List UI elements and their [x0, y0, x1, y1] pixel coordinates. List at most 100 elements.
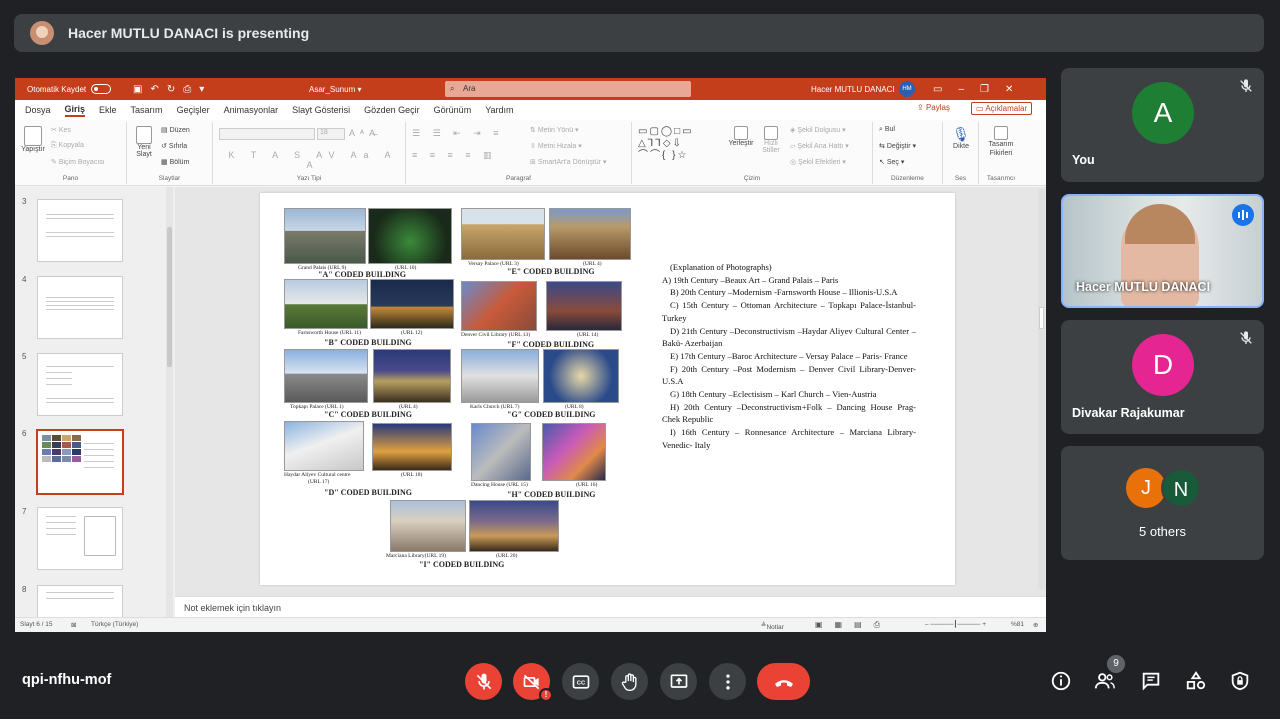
- notes-toggle[interactable]: ≜ Notlar: [761, 621, 784, 631]
- end-call-button[interactable]: [757, 663, 810, 700]
- menu-tasarim[interactable]: Tasarım: [131, 105, 163, 115]
- user-initials-avatar[interactable]: HM: [899, 81, 915, 97]
- thumbnail-slide-5[interactable]: [37, 353, 123, 416]
- menu-gecisler[interactable]: Geçişler: [177, 105, 210, 115]
- arrange-button[interactable]: Yerleştir: [728, 126, 754, 147]
- mic-toggle-button[interactable]: [465, 663, 502, 700]
- text-direction-button[interactable]: ⇅ Metin Yönü ▾: [530, 126, 579, 134]
- paste-icon: [24, 126, 42, 146]
- font-format-icons[interactable]: K T A S AV Aa A A: [221, 150, 405, 170]
- explanation-d: D) 21th Century –Deconstructivism –Hayda…: [662, 325, 916, 349]
- layout-button[interactable]: ▤ Düzen: [161, 126, 190, 134]
- window-controls[interactable]: ▭–❐✕: [933, 78, 1029, 100]
- format-painter-button[interactable]: ✎ Biçim Boyacısı: [51, 158, 105, 166]
- autosave-toggle[interactable]: [91, 84, 112, 94]
- ribbon: Yapıştır ✂ Kes ⎘ Kopyala ✎ Biçim Boyacıs…: [15, 120, 1046, 186]
- ppt-menubar: Dosya Giriş Ekle Tasarım Geçişler Animas…: [15, 100, 1046, 120]
- captions-button[interactable]: CC: [562, 663, 599, 700]
- explanation-a: A) 19th Century –Beaux Art – Grand Palai…: [662, 274, 839, 285]
- paste-button[interactable]: Yapıştır: [21, 126, 45, 153]
- editor-scrollbar[interactable]: [1038, 189, 1045, 589]
- camera-toggle-button[interactable]: !: [513, 663, 553, 702]
- menu-dosya[interactable]: Dosya: [25, 105, 51, 115]
- menu-animasyonlar[interactable]: Animasyonlar: [224, 105, 279, 115]
- participant-tile-presenter[interactable]: Hacer MUTLU DANACI: [1061, 194, 1264, 308]
- people-icon[interactable]: [1094, 670, 1116, 692]
- align-icons[interactable]: ≡ ≡ ≡ ≡ ▥: [412, 150, 497, 161]
- caption: (URL 20): [496, 553, 518, 559]
- mic-off-icon: [1240, 79, 1252, 92]
- menu-ekle[interactable]: Ekle: [99, 105, 117, 115]
- shapes-gallery[interactable]: ▭▢◯□▭ △⅂⅂◇⇩ ⌒⌒{ }☆: [638, 126, 694, 162]
- find-button[interactable]: ⌕ Bul: [879, 126, 895, 134]
- explanation-g: G) 18th Century –Eclectisism – Karl Chur…: [670, 389, 877, 400]
- reset-button[interactable]: ↺ Sıfırla: [161, 142, 187, 150]
- quick-styles-button[interactable]: Hızlı Stiller: [758, 126, 784, 154]
- current-slide[interactable]: Grand Palais (URL 9) (URL 10) Versay Pal…: [260, 193, 955, 585]
- smartart-button[interactable]: ⊞ SmartArt'a Dönüştür ▾: [530, 158, 606, 166]
- thumbnail-slide-8[interactable]: [37, 585, 123, 617]
- more-options-button[interactable]: [709, 663, 746, 700]
- participant-tile-you[interactable]: A You: [1061, 68, 1264, 182]
- select-button[interactable]: ↖ Seç ▾: [879, 158, 904, 166]
- thumbnail-number: 4: [22, 275, 27, 284]
- ppt-search-input[interactable]: ⌕ Ara: [445, 81, 691, 97]
- dictate-button[interactable]: 🎙 Dikte: [949, 126, 973, 150]
- share-button[interactable]: ⇪ Paylaş: [917, 103, 950, 112]
- thumbnail-slide-6-selected[interactable]: [36, 429, 124, 495]
- participant-name: 5 others: [1139, 524, 1186, 539]
- menu-giris[interactable]: Giriş: [64, 104, 86, 117]
- shape-effects-button[interactable]: ◎ Şekil Efektleri ▾: [790, 158, 846, 166]
- photo-versay-palace: [461, 208, 545, 260]
- menu-gorunum[interactable]: Görünüm: [434, 105, 472, 115]
- participant-tile-others[interactable]: J N 5 others: [1061, 446, 1264, 560]
- chat-icon[interactable]: [1140, 670, 1162, 692]
- raise-hand-button[interactable]: [611, 663, 648, 700]
- present-screen-button[interactable]: [660, 663, 697, 700]
- autosave[interactable]: Otomatik Kaydet: [27, 78, 112, 100]
- font-grow-shrink-icons[interactable]: AᴬA̶: [349, 128, 380, 138]
- font-family-select[interactable]: [219, 128, 315, 140]
- explanation-h: H) 20th Century –Deconstructivism+Folk –…: [662, 401, 916, 425]
- menu-slayt-gosterisi[interactable]: Slayt Gösterisi: [292, 105, 350, 115]
- cut-button[interactable]: ✂ Kes: [51, 126, 71, 134]
- file-name[interactable]: Asar_Sunum ▾: [309, 78, 362, 100]
- language-status[interactable]: Türkçe (Türkiye): [91, 621, 138, 628]
- host-controls-shield-icon[interactable]: [1229, 670, 1251, 692]
- menu-gozden-gecir[interactable]: Gözden Geçir: [364, 105, 420, 115]
- thumbnail-slide-4[interactable]: [37, 276, 123, 339]
- copy-button[interactable]: ⎘ Kopyala: [51, 142, 84, 150]
- quick-access-icons[interactable]: ▣↶↻⎙▾: [133, 78, 212, 100]
- group-slides: Yeni Slayt ▤ Düzen ↺ Sıfırla ▦ Bölüm Sla…: [127, 122, 213, 184]
- fit-slide-icon[interactable]: ⊕: [1033, 621, 1038, 629]
- presenter-avatar: [30, 21, 54, 45]
- caption: Farnsworth House (URL 11): [298, 330, 361, 336]
- arrange-icon: [734, 126, 748, 140]
- more-vert-icon: [725, 674, 730, 689]
- zoom-level[interactable]: %81: [1011, 621, 1024, 628]
- notes-pane[interactable]: Not eklemek için tıklayın: [175, 596, 1046, 617]
- align-text-button[interactable]: ⇳ Metni Hizala ▾: [530, 142, 582, 150]
- new-slide-button[interactable]: Yeni Slayt: [133, 126, 155, 158]
- shape-outline-button[interactable]: ▱ Şekil Ana Hattı ▾: [790, 142, 849, 150]
- designer-button[interactable]: Tasarım Fikirleri: [983, 126, 1019, 158]
- activities-icon[interactable]: [1185, 670, 1207, 692]
- shape-fill-button[interactable]: ◈ Şekil Dolgusu ▾: [790, 126, 846, 134]
- thumbnails-scrollbar[interactable]: [166, 187, 173, 617]
- view-mode-icons[interactable]: ▣▦▤⎙: [815, 620, 892, 630]
- coded-building-label: "I" CODED BUILDING: [419, 560, 505, 569]
- spellcheck-icon[interactable]: ⊠: [71, 621, 76, 629]
- list-icons[interactable]: ☰ ☰ ⇤ ⇥ ≡: [412, 128, 503, 139]
- photo-url8: [543, 349, 619, 403]
- menu-yardim[interactable]: Yardım: [485, 105, 513, 115]
- section-button[interactable]: ▦ Bölüm: [161, 158, 189, 166]
- participant-tile-divakar[interactable]: D Divakar Rajakumar: [1061, 320, 1264, 434]
- font-size-select[interactable]: 18: [317, 128, 345, 140]
- zoom-slider[interactable]: – ─────┃───── +: [925, 620, 986, 628]
- meeting-info-icon[interactable]: [1050, 670, 1072, 692]
- comments-button[interactable]: ▭ Açıklamalar: [971, 102, 1033, 115]
- thumbnail-slide-7[interactable]: [37, 507, 123, 570]
- replace-button[interactable]: ⇆ Değiştir ▾: [879, 142, 916, 150]
- caption: Dancing House (URL 15): [471, 482, 528, 488]
- thumbnail-slide-3[interactable]: [37, 199, 123, 262]
